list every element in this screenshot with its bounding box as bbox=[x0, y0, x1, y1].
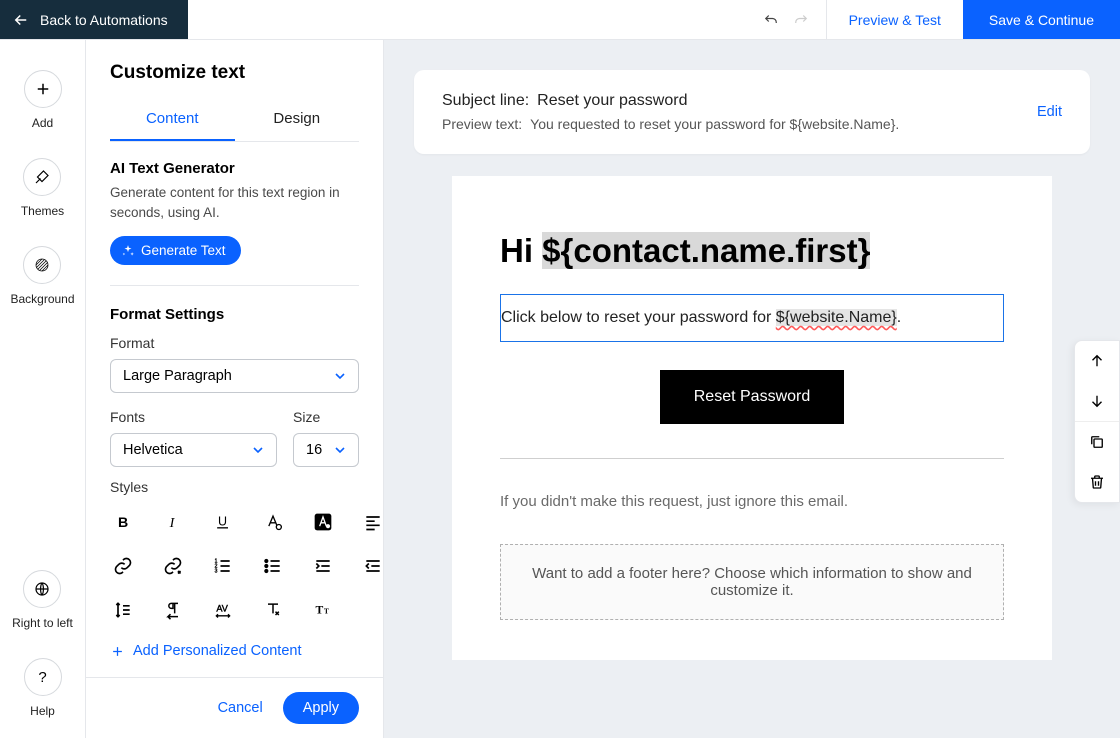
question-icon: ? bbox=[38, 669, 46, 686]
letter-spacing-button[interactable]: AV bbox=[210, 597, 236, 623]
greeting-heading[interactable]: Hi ${contact.name.first} bbox=[500, 232, 1004, 270]
copy-icon bbox=[1088, 433, 1106, 451]
subject-line-label: Subject line: bbox=[442, 92, 529, 110]
email-body[interactable]: Hi ${contact.name.first} Click below to … bbox=[452, 176, 1052, 660]
svg-text:U: U bbox=[218, 514, 227, 528]
unlink-button[interactable] bbox=[160, 553, 186, 579]
edit-subject-button[interactable]: Edit bbox=[1037, 104, 1062, 120]
size-select[interactable]: 16 bbox=[293, 433, 359, 467]
divider bbox=[500, 458, 1004, 459]
panel-title: Customize text bbox=[110, 62, 359, 84]
ignore-text[interactable]: If you didn't make this request, just ig… bbox=[500, 493, 1004, 510]
svg-text:3: 3 bbox=[215, 569, 218, 575]
tool-rail: Add Themes Background Right to left ? He… bbox=[0, 40, 86, 738]
text-direction-button[interactable] bbox=[160, 597, 186, 623]
tab-design[interactable]: Design bbox=[235, 102, 360, 141]
arrow-down-icon bbox=[1088, 392, 1106, 410]
format-heading: Format Settings bbox=[110, 306, 359, 323]
format-label: Format bbox=[110, 335, 359, 351]
outdent-button[interactable] bbox=[360, 553, 383, 579]
sparkle-icon bbox=[121, 244, 135, 258]
chevron-down-icon bbox=[334, 444, 346, 456]
svg-text:AV: AV bbox=[216, 604, 228, 614]
cancel-button[interactable]: Cancel bbox=[218, 700, 263, 716]
plus-icon bbox=[110, 644, 125, 659]
ordered-list-button[interactable]: 123 bbox=[210, 553, 236, 579]
align-button[interactable] bbox=[360, 509, 383, 535]
globe-icon bbox=[33, 580, 51, 598]
move-down-button[interactable] bbox=[1075, 381, 1119, 421]
rail-themes[interactable]: Themes bbox=[21, 158, 64, 218]
add-personalized-content[interactable]: Add Personalized Content bbox=[110, 643, 359, 659]
customize-panel: Customize text Content Design AI Text Ge… bbox=[86, 40, 384, 738]
line-height-button[interactable] bbox=[110, 597, 136, 623]
unordered-list-button[interactable] bbox=[260, 553, 286, 579]
preview-text-label: Preview text: bbox=[442, 116, 522, 132]
rail-rtl[interactable]: Right to left bbox=[12, 570, 73, 630]
svg-text:B: B bbox=[118, 515, 128, 531]
rail-background[interactable]: Background bbox=[10, 246, 74, 306]
text-color-button[interactable] bbox=[260, 509, 286, 535]
reset-password-button[interactable]: Reset Password bbox=[660, 370, 845, 424]
chevron-down-icon bbox=[334, 370, 346, 382]
duplicate-button[interactable] bbox=[1075, 422, 1119, 462]
ai-sub: Generate content for this text region in… bbox=[110, 183, 359, 222]
subject-line-value: Reset your password bbox=[537, 92, 687, 110]
plus-icon bbox=[34, 80, 52, 98]
chevron-down-icon bbox=[252, 444, 264, 456]
undo-icon[interactable] bbox=[762, 11, 780, 29]
rail-help[interactable]: ? Help bbox=[24, 658, 62, 718]
preview-test-button[interactable]: Preview & Test bbox=[826, 0, 963, 39]
styles-label: Styles bbox=[110, 479, 359, 495]
contact-name-variable: ${contact.name.first} bbox=[542, 232, 870, 269]
bold-button[interactable]: B bbox=[110, 509, 136, 535]
apply-button[interactable]: Apply bbox=[283, 692, 359, 724]
ai-heading: AI Text Generator bbox=[110, 160, 359, 177]
redo-icon[interactable] bbox=[792, 11, 810, 29]
hatch-icon bbox=[33, 256, 51, 274]
size-label: Size bbox=[293, 409, 359, 425]
format-select[interactable]: Large Paragraph bbox=[110, 359, 359, 393]
fonts-label: Fonts bbox=[110, 409, 277, 425]
indent-button[interactable] bbox=[310, 553, 336, 579]
arrow-up-icon bbox=[1088, 352, 1106, 370]
preview-text-value: You requested to reset your password for… bbox=[530, 116, 899, 132]
svg-text:I: I bbox=[169, 515, 176, 531]
clear-format-button[interactable] bbox=[260, 597, 286, 623]
generate-text-button[interactable]: Generate Text bbox=[110, 236, 241, 265]
heading-style-button[interactable]: TT bbox=[310, 597, 336, 623]
italic-button[interactable]: I bbox=[160, 509, 186, 535]
svg-text:T: T bbox=[324, 606, 329, 615]
back-label: Back to Automations bbox=[40, 12, 168, 28]
fonts-select[interactable]: Helvetica bbox=[110, 433, 277, 467]
back-to-automations-button[interactable]: Back to Automations bbox=[0, 0, 188, 39]
trash-icon bbox=[1088, 473, 1106, 491]
move-up-button[interactable] bbox=[1075, 341, 1119, 381]
footer-placeholder[interactable]: Want to add a footer here? Choose which … bbox=[500, 544, 1004, 620]
delete-button[interactable] bbox=[1075, 462, 1119, 502]
link-button[interactable] bbox=[110, 553, 136, 579]
tab-content[interactable]: Content bbox=[110, 102, 235, 141]
arrow-left-icon bbox=[12, 11, 30, 29]
website-name-variable: ${website.Name} bbox=[776, 309, 897, 326]
svg-text:T: T bbox=[316, 603, 324, 616]
highlight-button[interactable] bbox=[310, 509, 336, 535]
save-continue-button[interactable]: Save & Continue bbox=[963, 0, 1120, 39]
rail-add[interactable]: Add bbox=[24, 70, 62, 130]
selected-text-block[interactable]: Click below to reset your password for $… bbox=[500, 294, 1004, 342]
subject-card: Subject line: Reset your password Previe… bbox=[414, 70, 1090, 154]
editor-canvas: Subject line: Reset your password Previe… bbox=[384, 40, 1120, 738]
brush-icon bbox=[33, 168, 51, 186]
underline-button[interactable]: U bbox=[210, 509, 236, 535]
block-floating-toolbar bbox=[1074, 340, 1120, 503]
